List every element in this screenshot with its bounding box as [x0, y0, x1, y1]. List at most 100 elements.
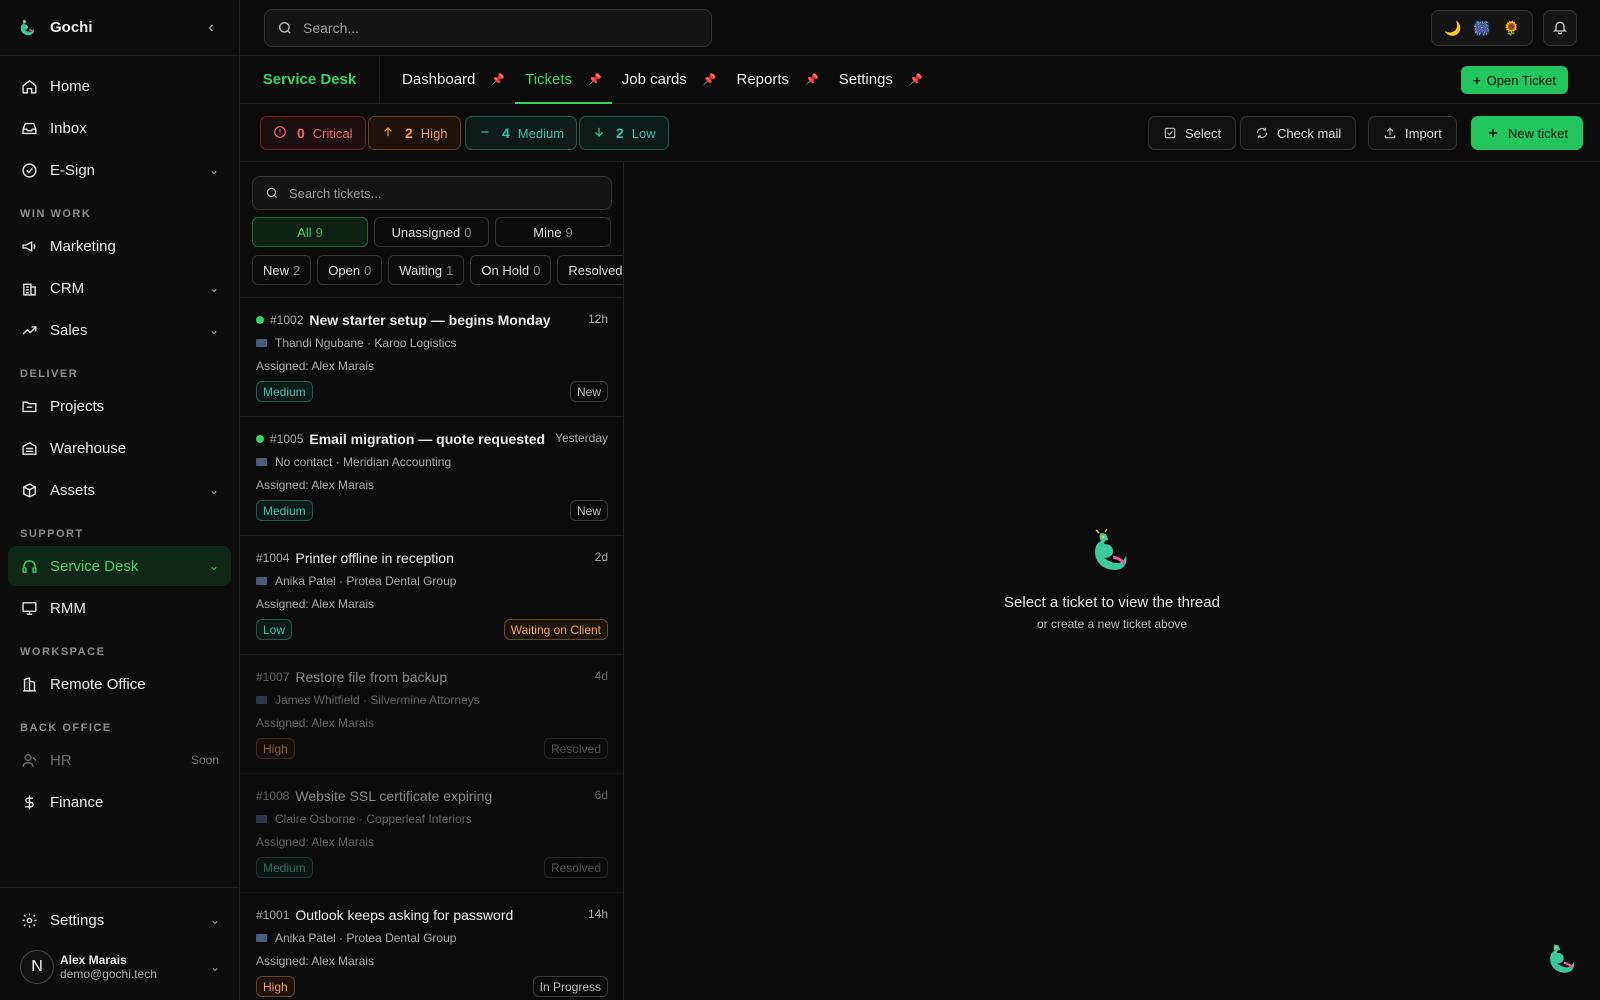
- sidebar-item-projects[interactable]: Projects: [8, 386, 231, 426]
- status-badge: Resolved: [543, 857, 608, 878]
- headset-icon: [20, 557, 38, 575]
- filter-label: New: [263, 262, 290, 278]
- sidebar-item-home[interactable]: Home: [8, 66, 231, 106]
- arrow-down-icon: [592, 125, 606, 142]
- sidebar-item-inbox[interactable]: Inbox: [8, 108, 231, 148]
- megaphone-icon: [20, 237, 38, 255]
- search-input[interactable]: [303, 20, 699, 36]
- sidebar-item-assets[interactable]: Assets ⌄: [8, 470, 231, 510]
- ticket-row[interactable]: #1004 Printer offline in reception 2d An…: [240, 536, 623, 655]
- ticket-assigned: Assigned: Alex Marais: [256, 835, 375, 849]
- import-button[interactable]: Import: [1368, 116, 1457, 150]
- priority-label: Critical: [312, 125, 353, 141]
- tab-label: Job cards: [621, 71, 687, 88]
- sidebar-item-remote-office[interactable]: Remote Office: [8, 664, 231, 704]
- sidebar-item-warehouse[interactable]: Warehouse: [8, 428, 231, 468]
- tab-dashboard[interactable]: Dashboard 📌: [392, 56, 515, 103]
- pin-icon[interactable]: 📌: [805, 73, 819, 86]
- ticket-age: Yesterday: [555, 431, 608, 445]
- ticket-row[interactable]: #1005 Email migration — quote requested …: [240, 417, 623, 536]
- dollar-icon: [20, 793, 38, 811]
- status-filter-resolved[interactable]: Resolved2: [557, 255, 623, 285]
- sidebar-item-label: E-Sign: [50, 161, 96, 179]
- pin-icon[interactable]: 📌: [588, 73, 602, 86]
- contact-card-icon: [256, 934, 267, 942]
- priority-label: Medium: [517, 125, 565, 141]
- chevron-down-icon: ⌄: [208, 281, 219, 295]
- tab-tickets[interactable]: Tickets 📌: [515, 56, 612, 104]
- select-button[interactable]: Select: [1148, 116, 1237, 150]
- ticket-row[interactable]: #1007 Restore file from backup 4d James …: [240, 655, 623, 774]
- sidebar: Gochi ‹ Home Inbox E-Sign ⌄ WIN WORK Mar…: [0, 0, 240, 1000]
- ticket-row[interactable]: #1008 Website SSL certificate expiring 6…: [240, 774, 623, 893]
- filter-label: On Hold: [481, 262, 530, 278]
- pin-icon[interactable]: 📌: [491, 73, 505, 86]
- tab-reports[interactable]: Reports 📌: [727, 56, 829, 103]
- new-ticket-button[interactable]: New ticket: [1471, 116, 1583, 150]
- search-icon: [277, 20, 293, 36]
- check-mail-button[interactable]: Check mail: [1240, 116, 1357, 150]
- moon-icon[interactable]: 🌙: [1444, 20, 1461, 37]
- dragon-corner-icon[interactable]: [1544, 940, 1582, 978]
- company-name: Protea Dental Group: [346, 931, 457, 945]
- fireworks-icon[interactable]: 🎆: [1473, 20, 1490, 37]
- check-circle-icon: [20, 161, 38, 179]
- section-back-office: BACK OFFICE: [20, 722, 112, 734]
- segment-label: All: [297, 224, 312, 240]
- trending-up-icon: [20, 321, 38, 339]
- sidebar-item-esign[interactable]: E-Sign ⌄: [8, 150, 231, 190]
- ticket-row[interactable]: #1002 New starter setup — begins Monday …: [240, 298, 623, 417]
- segment-count: 0: [464, 224, 472, 240]
- contact-name: Anika Patel: [275, 931, 336, 945]
- pin-icon[interactable]: 📌: [703, 73, 717, 86]
- sidebar-item-label: Home: [50, 77, 91, 95]
- user-email: demo@gochi.tech: [60, 967, 157, 981]
- segment-unassigned[interactable]: Unassigned 0: [374, 217, 489, 247]
- status-filter-new[interactable]: New 2: [252, 255, 312, 285]
- chevron-left-icon[interactable]: ‹: [201, 19, 221, 37]
- open-ticket-button[interactable]: + Open Ticket: [1461, 66, 1568, 94]
- segment-all[interactable]: All 9: [252, 217, 368, 247]
- sidebar-item-label: Assets: [50, 481, 96, 499]
- sidebar-item-sales[interactable]: Sales ⌄: [8, 310, 231, 350]
- plus-icon: +: [1473, 72, 1481, 88]
- section-deliver: DELIVER: [20, 368, 79, 380]
- sidebar-item-label: Finance: [50, 793, 104, 811]
- status-filter-waiting[interactable]: Waiting 1: [388, 255, 465, 285]
- contact-card-icon: [256, 339, 267, 347]
- contact-card-icon: [256, 815, 267, 823]
- sidebar-item-rmm[interactable]: RMM: [8, 588, 231, 628]
- tab-label: Dashboard: [402, 71, 476, 88]
- ticket-assigned: Assigned: Alex Marais: [256, 359, 375, 373]
- tab-settings[interactable]: Settings 📌: [829, 56, 933, 103]
- chevron-down-icon: ⌄: [208, 163, 219, 177]
- ticket-contact: Anika Patel · Protea Dental Group: [256, 931, 608, 945]
- status-filter-on-hold[interactable]: On Hold 0: [470, 255, 552, 285]
- ticket-search-input[interactable]: [289, 185, 599, 201]
- sunflower-icon[interactable]: 🌻: [1503, 20, 1520, 37]
- priority-filter-medium[interactable]: 4 Medium: [465, 116, 578, 150]
- pin-icon[interactable]: 📌: [909, 73, 923, 86]
- priority-filter-high[interactable]: 2 High: [368, 116, 461, 150]
- sidebar-item-crm[interactable]: CRM ⌄: [8, 268, 231, 308]
- sidebar-item-service-desk[interactable]: Service Desk ⌄: [8, 546, 231, 586]
- notifications-button[interactable]: [1543, 10, 1577, 46]
- priority-filter-low[interactable]: 2 Low: [579, 116, 669, 150]
- user-menu[interactable]: N Alex Marais demo@gochi.tech ⌄: [0, 942, 240, 1000]
- ticket-row[interactable]: #1001 Outlook keeps asking for password …: [240, 893, 623, 1000]
- priority-filter-critical[interactable]: 0 Critical: [260, 116, 366, 150]
- segment-mine[interactable]: Mine 9: [495, 217, 611, 247]
- sidebar-item-label: Sales: [50, 321, 88, 339]
- ticket-contact: Anika Patel · Protea Dental Group: [256, 574, 608, 588]
- sidebar-item-marketing[interactable]: Marketing: [8, 226, 231, 266]
- priority-count: 2: [405, 125, 413, 141]
- global-search: [264, 9, 712, 47]
- home-icon: [20, 77, 38, 95]
- sidebar-item-finance[interactable]: Finance: [8, 782, 231, 822]
- status-filter-open[interactable]: Open 0: [317, 255, 383, 285]
- gear-icon: [20, 911, 38, 929]
- ticket-badges: High In Progress: [256, 976, 608, 997]
- tab-job-cards[interactable]: Job cards 📌: [612, 56, 727, 103]
- sidebar-item-settings[interactable]: Settings ⌄: [8, 900, 232, 940]
- contact-name: James Whitfield: [275, 693, 360, 707]
